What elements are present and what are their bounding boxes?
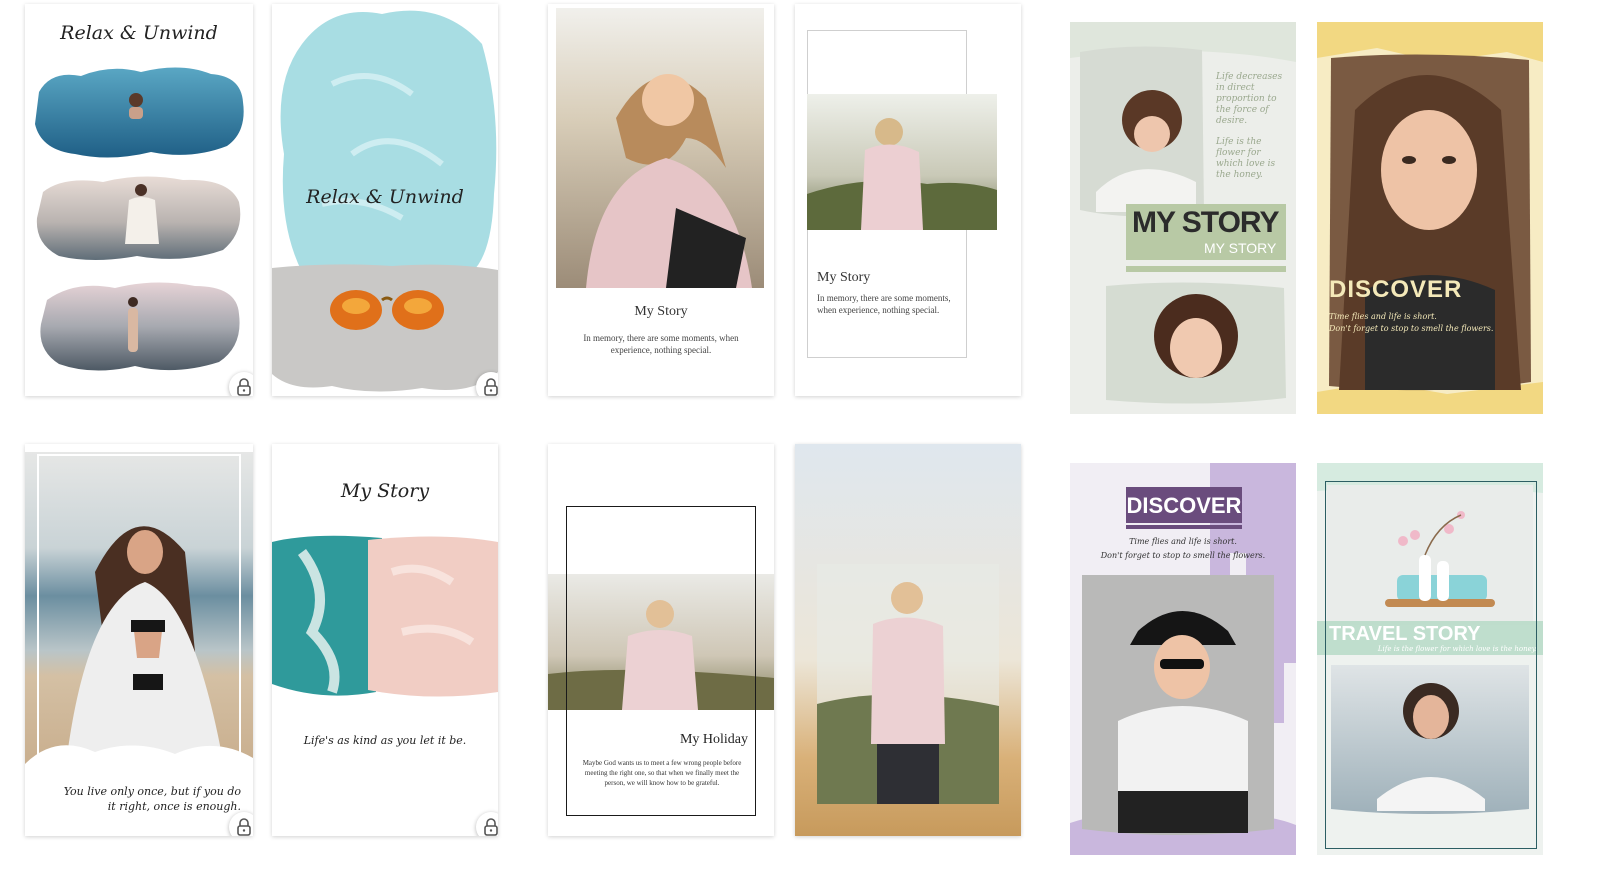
photo-bucket-hat-girl — [1082, 575, 1274, 835]
template-body: In memory, there are some moments, when … — [583, 333, 739, 355]
watercolor-teal-pink — [272, 535, 498, 697]
template-title: Relax & Unwind — [306, 186, 464, 208]
template-line-2: Don't forget to stop to smell the flower… — [1100, 551, 1266, 560]
template-card-my-story-1[interactable]: My Story In memory, there are some momen… — [548, 4, 774, 396]
brush-photo-sea — [35, 67, 244, 158]
photo-curly-girl-bottom — [1106, 282, 1286, 404]
template-heading: DISCOVER — [1329, 276, 1463, 303]
quote-line-1: Life decreases in direct proportion to t… — [1216, 72, 1283, 126]
photo-girl-portrait — [1329, 54, 1531, 391]
lock-icon — [484, 378, 498, 396]
heading-underline — [1126, 525, 1242, 529]
template-body: Maybe God wants us to meet a few wrong p… — [582, 759, 742, 787]
brush-photo-shore — [40, 282, 240, 371]
lock-badge[interactable] — [476, 372, 498, 396]
sunglasses-image — [330, 290, 444, 330]
lock-icon — [237, 818, 251, 836]
lock-icon — [484, 818, 498, 836]
quote-text: Life decreases in direct proportion to t… — [1216, 72, 1290, 181]
photo-laughing-woman — [556, 8, 764, 288]
template-heading: MY STORY — [1132, 206, 1279, 239]
template-title: My Story — [340, 480, 430, 502]
quote-line-2: Life is the flower for which love is the… — [1216, 137, 1276, 180]
template-heading: DISCOVER — [1126, 493, 1242, 518]
template-card-relax-unwind-1[interactable]: Relax & Unwind — [25, 4, 253, 396]
template-title: My Holiday — [679, 732, 748, 747]
template-card-discover-lavender[interactable]: DISCOVER Time flies and life is short. D… — [1070, 463, 1296, 855]
template-caption: Life's as kind as you let it be. — [303, 734, 467, 747]
template-card-my-story-sage[interactable]: Life decreases in direct proportion to t… — [1070, 22, 1296, 414]
template-line-1: Time flies and life is short. — [1329, 312, 1437, 321]
template-card-beach-quote[interactable]: You live only once, but if you do it rig… — [25, 444, 253, 836]
lock-badge[interactable] — [476, 812, 498, 836]
lock-icon — [237, 378, 251, 396]
template-card-relax-unwind-2[interactable]: Relax & Unwind — [272, 4, 498, 396]
heading-underline — [1126, 266, 1286, 272]
aqua-water-splash — [280, 10, 497, 272]
template-card-my-holiday[interactable]: My Holiday Maybe God wants us to meet a … — [548, 444, 774, 836]
photo-woman-jacket — [807, 94, 997, 230]
teal-frame — [1325, 481, 1537, 849]
template-title: My Story — [817, 270, 871, 285]
template-card-travel-story[interactable]: TRAVEL STORY Life is the flower for whic… — [1317, 463, 1543, 855]
template-title: My Story — [634, 304, 688, 319]
template-card-discover-yellow[interactable]: DISCOVER Time flies and life is short. D… — [1317, 22, 1543, 414]
lock-badge[interactable] — [229, 372, 253, 396]
template-card-photo-sky[interactable] — [795, 444, 1021, 836]
template-subheading: MY STORY — [1204, 240, 1277, 256]
photo-curly-girl-top — [1080, 46, 1204, 217]
template-caption: You live only once, but if you do it rig… — [63, 785, 241, 813]
template-title: Relax & Unwind — [60, 22, 218, 44]
template-card-my-story-2[interactable]: My Story In memory, there are some momen… — [795, 4, 1021, 396]
template-line-1: Time flies and life is short. — [1129, 537, 1237, 546]
photo-sky-woman — [795, 444, 1021, 836]
brush-photo-beach — [36, 176, 241, 260]
template-card-my-story-watercolor[interactable]: My Story Life's as kind as you let it be… — [272, 444, 498, 836]
lock-badge[interactable] — [229, 812, 253, 836]
template-body: In memory, there are some moments, when … — [817, 293, 951, 315]
template-line-2: Don't forget to stop to smell the flower… — [1329, 324, 1494, 333]
